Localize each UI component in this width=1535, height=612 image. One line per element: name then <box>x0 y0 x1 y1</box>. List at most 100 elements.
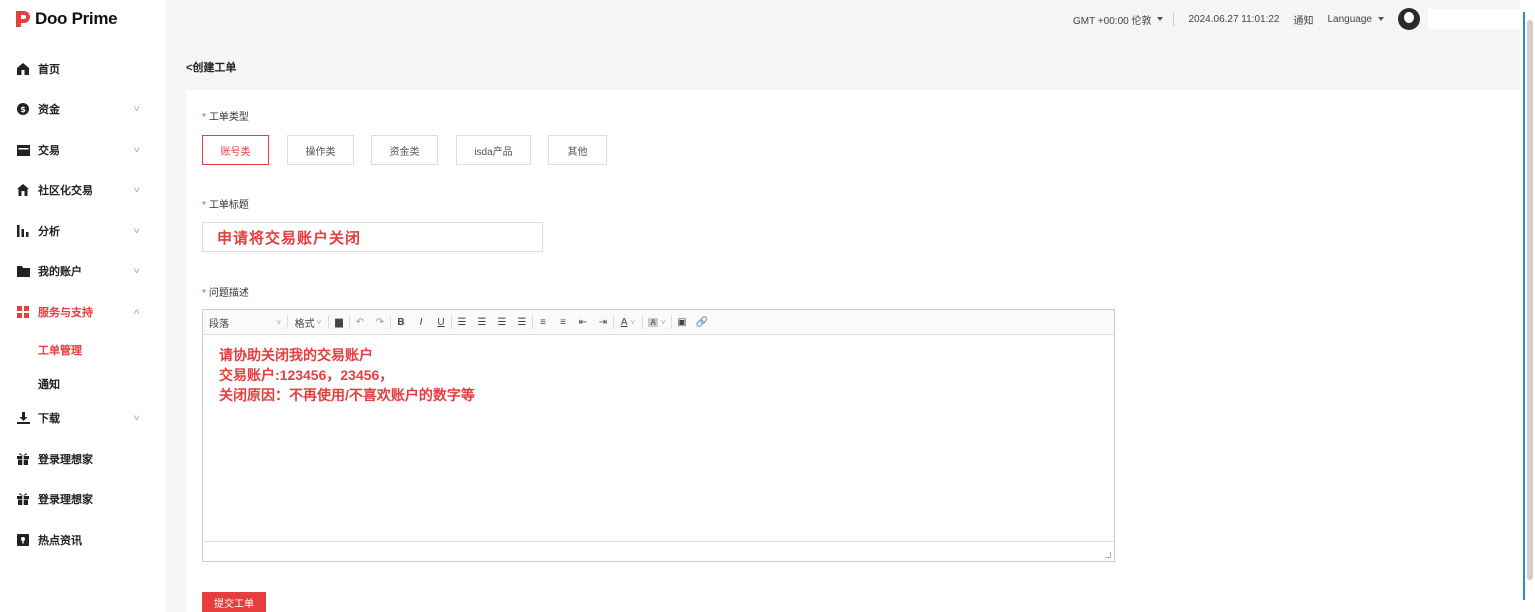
scrollbar[interactable] <box>1520 0 1535 612</box>
home-icon <box>16 62 30 76</box>
username-area <box>1428 9 1520 29</box>
rich-text-editor: 段落 ˅ 格式 ˅ ▆ ↶ ↷ B I U ☰ ☰ ☰ ☰ ≡ ≡ ⇤ ⇥ A ˅ A… <box>202 309 1115 562</box>
sidebar-item-label: 登录理想家 <box>38 454 93 466</box>
sidebar-item-label: 热点资讯 <box>38 535 82 547</box>
redo-icon[interactable]: ↷ <box>370 310 390 335</box>
type-button-account[interactable]: 账号类 <box>202 135 269 165</box>
editor-toolbar: 段落 ˅ 格式 ˅ ▆ ↶ ↷ B I U ☰ ☰ ☰ ☰ ≡ ≡ ⇤ ⇥ A ˅ A… <box>203 310 1114 335</box>
bullet-list-icon[interactable]: ≡ <box>553 310 573 335</box>
format-select[interactable]: 格式 ˅ <box>288 310 328 335</box>
align-center-icon[interactable]: ☰ <box>472 310 492 335</box>
sidebar-item-funds[interactable]: $ 资金 ˅ <box>0 94 166 124</box>
image-icon[interactable]: ▣ <box>672 310 692 335</box>
datetime-text: 2024.06.27 11:01:22 <box>1188 13 1280 25</box>
sidebar-subitem-notice[interactable]: 通知 <box>38 376 60 392</box>
gift-icon <box>16 492 30 506</box>
chevron-up-icon: ˄ <box>133 307 141 317</box>
type-button-isda[interactable]: isda产品 <box>456 135 531 165</box>
doo-prime-logo-icon <box>16 11 30 27</box>
folder-icon <box>16 264 30 278</box>
download-icon <box>16 411 30 425</box>
chevron-down-icon: ˅ <box>133 226 141 236</box>
sidebar-item-label: 下载 <box>38 413 60 425</box>
sidebar-item-label: 资金 <box>38 104 60 116</box>
caret-down-icon <box>1157 17 1164 21</box>
submit-ticket-button[interactable]: 提交工单 <box>202 592 266 612</box>
grid-icon <box>16 305 30 319</box>
ordered-list-icon[interactable]: ≡ <box>533 310 553 335</box>
undo-icon[interactable]: ↶ <box>350 310 370 335</box>
align-left-icon[interactable]: ☰ <box>452 310 472 335</box>
sidebar-item-download[interactable]: 下载 ˅ <box>0 403 166 433</box>
bold-icon[interactable]: B <box>391 310 411 335</box>
chevron-down-icon: ˅ <box>316 317 322 327</box>
indent-icon[interactable]: ⇥ <box>593 310 613 335</box>
format-select-label: 格式 <box>294 318 315 330</box>
type-button-operation[interactable]: 操作类 <box>287 135 354 165</box>
caret-down-icon <box>1378 17 1384 21</box>
description-line: 关闭原因：不再使用/不喜欢账户的数字等 <box>219 387 475 403</box>
money-icon: $ <box>16 102 30 116</box>
align-justify-icon[interactable]: ☰ <box>512 310 532 335</box>
notice-label: 通知 <box>1293 15 1314 27</box>
sidebar-item-login-lixiangjia[interactable]: 登录理想家 <box>0 484 166 514</box>
paragraph-select-label: 段落 <box>209 318 229 330</box>
paragraph-select[interactable]: 段落 ˅ <box>203 310 287 335</box>
brand-logo[interactable]: Doo Prime <box>16 9 118 29</box>
brand-name: Doo Prime <box>35 9 118 28</box>
sidebar-item-social-trading[interactable]: 社区化交易 ˅ <box>0 175 166 205</box>
clear-format-icon[interactable]: ▆ <box>329 310 349 335</box>
underline-icon[interactable]: U <box>431 310 451 335</box>
ticket-title-label-text: 工单标题 <box>208 200 249 211</box>
back-link-title[interactable]: <创建工单 <box>186 59 236 75</box>
timezone-select[interactable]: GMT +00:00 伦敦 <box>1073 12 1164 27</box>
sidebar-item-trade[interactable]: 交易 ˅ <box>0 135 166 165</box>
scroll-thumb[interactable] <box>1527 20 1533 580</box>
background-color-icon[interactable]: A ˅ <box>643 310 671 335</box>
sidebar-item-label: 登录理想家 <box>38 494 93 506</box>
required-asterisk: * <box>202 288 206 299</box>
avatar-icon <box>1398 8 1420 30</box>
description-label-text: 问题描述 <box>208 288 249 299</box>
scroll-track <box>1523 12 1525 600</box>
sidebar-item-label: 社区化交易 <box>38 185 93 197</box>
type-button-funds[interactable]: 资金类 <box>371 135 438 165</box>
outdent-icon[interactable]: ⇤ <box>573 310 593 335</box>
sidebar-item-hot-news[interactable]: 热点资讯 <box>0 525 166 555</box>
sidebar-item-label: 交易 <box>38 145 60 157</box>
notice-link[interactable]: 通知 <box>1294 12 1314 27</box>
sidebar-item-my-account[interactable]: 我的账户 ˅ <box>0 256 166 286</box>
chevron-down-icon: ˅ <box>133 185 141 195</box>
description-line: 请协助关闭我的交易账户 <box>219 347 373 363</box>
resize-handle-icon[interactable] <box>1105 552 1111 558</box>
sidebar-item-label: 分析 <box>38 226 60 238</box>
language-label: Language <box>1327 13 1373 25</box>
timezone-label: GMT +00:00 伦敦 <box>1073 15 1152 27</box>
ticket-title-label: * 工单标题 <box>202 196 249 211</box>
sidebar-item-home[interactable]: 首页 <box>0 54 166 84</box>
user-menu[interactable] <box>1398 8 1520 30</box>
editor-content[interactable]: 请协助关闭我的交易账户 交易账户:123456，23456， 关闭原因：不再使用… <box>203 335 1114 405</box>
ticket-title-input[interactable]: 申请将交易账户关闭 <box>202 222 543 252</box>
datetime-display: 2024.06.27 11:01:22 <box>1188 14 1279 25</box>
svg-text:$: $ <box>20 105 26 114</box>
sidebar-item-login-lixiangjia[interactable]: 登录理想家 <box>0 444 166 474</box>
language-select[interactable]: Language <box>1327 13 1384 25</box>
sidebar: Doo Prime 首页 $ 资金 ˅ 交易 ˅ 社区化交易 ˅ 分析 ˅ 我的… <box>0 0 166 612</box>
italic-icon[interactable]: I <box>411 310 431 335</box>
sidebar-subitem-ticket-management[interactable]: 工单管理 <box>38 342 82 358</box>
news-icon <box>16 533 30 547</box>
sidebar-item-service-support[interactable]: 服务与支持 ˄ <box>0 297 166 327</box>
editor-statusbar <box>203 541 1114 561</box>
description-label: * 问题描述 <box>202 284 249 299</box>
align-right-icon[interactable]: ☰ <box>492 310 512 335</box>
text-color-icon[interactable]: A ˅ <box>614 310 642 335</box>
sidebar-item-label: 我的账户 <box>38 266 82 278</box>
type-button-other[interactable]: 其他 <box>548 135 607 165</box>
ticket-type-label: * 工单类型 <box>202 108 249 123</box>
chevron-down-icon: ˅ <box>276 317 281 327</box>
link-icon[interactable]: 🔗 <box>692 310 712 335</box>
chevron-down-icon: ˅ <box>133 266 141 276</box>
sidebar-item-analysis[interactable]: 分析 ˅ <box>0 216 166 246</box>
ticket-type-label-text: 工单类型 <box>208 112 249 123</box>
